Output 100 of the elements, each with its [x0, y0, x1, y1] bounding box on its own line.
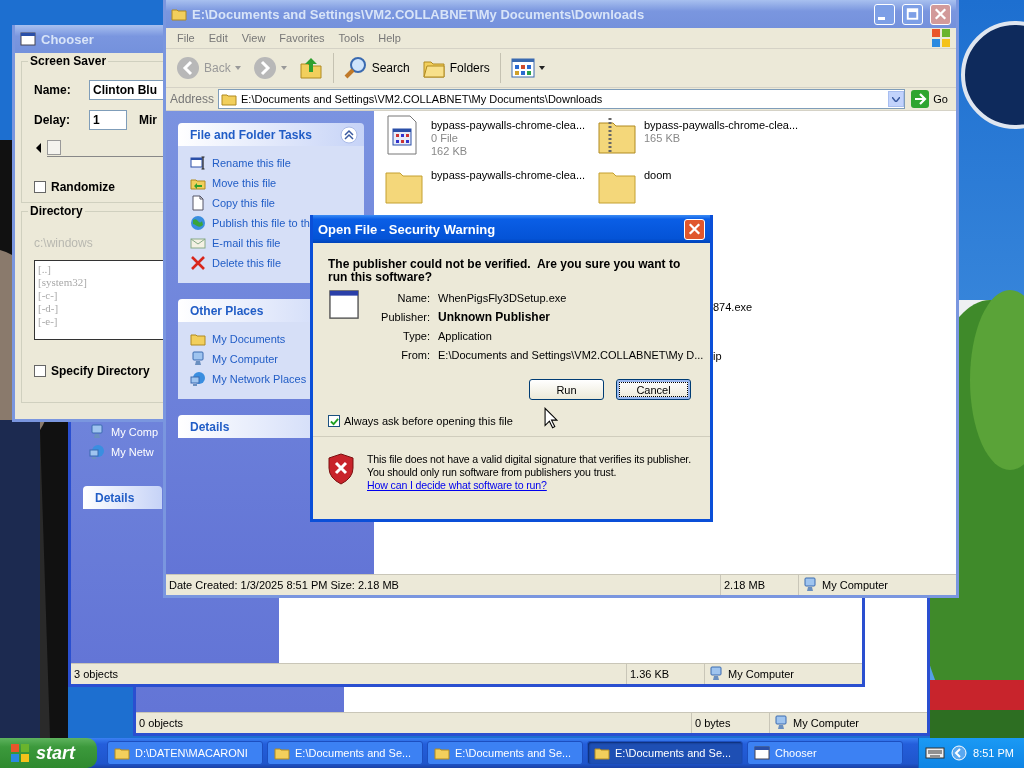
- file-info: 165 KB: [644, 132, 682, 145]
- close-button[interactable]: [684, 218, 705, 240]
- delay-field[interactable]: 1: [89, 110, 127, 130]
- field-label: Delay:: [34, 113, 72, 127]
- task-link[interactable]: Rename this file: [190, 155, 291, 171]
- place-link[interactable]: My Network Places: [190, 371, 307, 387]
- field-value: E:\Documents and Settings\VM2.COLLABNET\My D...: [438, 349, 704, 362]
- file-name[interactable]: bypass-paywalls-chrome-clea...: [644, 119, 799, 132]
- checkbox[interactable]: [328, 415, 340, 427]
- field-label: Publisher:: [380, 311, 430, 324]
- field-label: Type:: [402, 330, 430, 343]
- check-icon: [329, 416, 339, 426]
- file-name[interactable]: bypass-paywalls-chrome-clea...: [431, 169, 586, 182]
- status-text: 0 objects: [139, 717, 184, 729]
- status-text: My Computer: [822, 579, 889, 591]
- keyboard-icon[interactable]: [925, 747, 946, 759]
- folder-icon: [171, 6, 187, 22]
- go-arrow-icon: [911, 90, 930, 108]
- folder-icon: [114, 745, 130, 761]
- scroll-left-icon[interactable]: [36, 143, 41, 153]
- computer-icon: [708, 666, 724, 682]
- slider-thumb[interactable]: [47, 139, 61, 155]
- taskbar-button[interactable]: E:\Documents and Se...: [587, 741, 743, 765]
- address-field[interactable]: E:\Documents and Settings\VM2.COLLABNET\My Documents\Downloads: [218, 89, 906, 109]
- file-name[interactable]: 874.exe: [713, 301, 753, 313]
- flag-icon: [10, 743, 30, 763]
- folder-icon: [274, 745, 290, 761]
- shield-icon: [327, 453, 355, 485]
- menu-item[interactable]: Tools: [331, 32, 372, 44]
- file-name[interactable]: ip: [713, 350, 722, 362]
- minimize-icon: [878, 16, 885, 20]
- menu-item[interactable]: Edit: [201, 32, 235, 44]
- task-link[interactable]: E-mail this file: [190, 235, 281, 251]
- taskbar-button[interactable]: D:\DATEN\MACARONI: [107, 741, 263, 765]
- field-value: Unknown Publisher: [438, 311, 551, 324]
- menu-item[interactable]: View: [234, 32, 273, 44]
- run-button[interactable]: Run: [529, 379, 604, 400]
- text-cursor-icon: [190, 155, 206, 171]
- task-link[interactable]: Publish this file to th: [190, 215, 310, 231]
- caret-icon: [538, 66, 545, 70]
- folder-icon: [221, 91, 238, 107]
- menu-item[interactable]: File: [170, 32, 202, 44]
- group-label: Screen Saver: [28, 54, 109, 68]
- details-header[interactable]: Details: [83, 486, 162, 509]
- status-text: My Computer: [793, 717, 860, 729]
- window-icon: [754, 745, 770, 761]
- status-text: 3 objects: [74, 668, 119, 680]
- task-link[interactable]: Copy this file: [190, 195, 275, 211]
- computer-icon: [89, 424, 105, 440]
- caret-icon: [892, 96, 901, 102]
- network-icon: [190, 371, 206, 387]
- place-link[interactable]: My Documents: [190, 331, 286, 347]
- collapse-icon[interactable]: [340, 125, 358, 144]
- views-icon: [510, 56, 535, 80]
- name-field[interactable]: Clinton Blu: [89, 80, 163, 100]
- file-info: 0 File: [431, 132, 459, 145]
- task-link[interactable]: Delete this file: [190, 255, 282, 271]
- taskbar-button[interactable]: E:\Documents and Se...: [427, 741, 583, 765]
- menu-item[interactable]: Help: [371, 32, 408, 44]
- chevron-icon[interactable]: [951, 745, 968, 761]
- start-button[interactable]: start: [0, 738, 97, 768]
- search-button[interactable]: Search: [339, 53, 414, 83]
- window-title: E:\Documents and Settings\VM2.COLLABNET\My Documents\Downloads: [192, 6, 645, 22]
- place-link[interactable]: My Comp: [89, 424, 159, 440]
- address-label: Address: [170, 92, 215, 106]
- status-text: 1.36 KB: [630, 668, 670, 680]
- folder-icon: [594, 745, 610, 761]
- network-icon: [89, 444, 105, 460]
- group-label: Directory: [28, 204, 85, 218]
- place-link[interactable]: My Computer: [190, 351, 279, 367]
- folders-button[interactable]: Folders: [417, 53, 494, 83]
- delay-slider[interactable]: [34, 140, 163, 156]
- file-name[interactable]: bypass-paywalls-chrome-clea...: [431, 119, 586, 132]
- menu-item[interactable]: Favorites: [272, 32, 332, 44]
- task-link[interactable]: Move this file: [190, 175, 277, 191]
- status-text: 0 bytes: [695, 717, 731, 729]
- taskbar-button[interactable]: Chooser: [747, 741, 903, 765]
- search-icon: [343, 56, 368, 80]
- caret-icon: [234, 66, 241, 70]
- clock: 8:51 PM: [973, 747, 1014, 759]
- status-text: My Computer: [728, 668, 795, 680]
- cancel-button[interactable]: Cancel: [616, 379, 691, 400]
- taskbar-button[interactable]: E:\Documents and Se...: [267, 741, 423, 765]
- place-link[interactable]: My Netw: [89, 444, 154, 460]
- computer-icon: [190, 351, 206, 367]
- checkbox[interactable]: [34, 181, 46, 193]
- tasks-header[interactable]: File and Folder Tasks: [178, 123, 364, 146]
- go-button[interactable]: Go: [909, 90, 954, 108]
- up-folder-icon: [298, 56, 323, 80]
- zip-folder-icon[interactable]: [597, 115, 637, 155]
- flag-icon: [930, 28, 952, 48]
- window-icon: [20, 31, 36, 47]
- randomize-checkbox[interactable]: Randomize: [34, 180, 163, 194]
- dropdown-button[interactable]: [888, 91, 905, 107]
- cursor-icon: [544, 407, 558, 429]
- file-name[interactable]: doom: [644, 169, 672, 182]
- document-icon: [190, 195, 206, 211]
- field-value: Application: [438, 330, 493, 343]
- status-text: Date Created: 1/3/2025 8:51 PM Size: 2.18 MB: [169, 579, 399, 591]
- help-link[interactable]: How can I decide what software to run?: [367, 479, 705, 492]
